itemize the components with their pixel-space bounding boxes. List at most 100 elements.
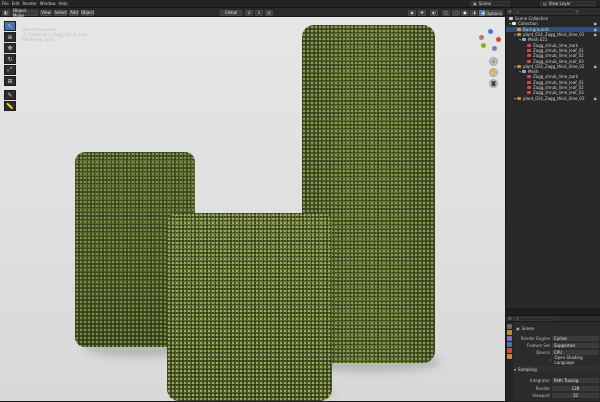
search-icon: ⌕ <box>516 9 519 14</box>
transform-tool[interactable]: ⊞ <box>4 76 16 86</box>
outliner-row-label: plant_014_Zagg_thick_lime_03 <box>523 95 585 101</box>
3d-viewport[interactable]: User Perspective (1) Collection | Zagg_s… <box>0 17 505 401</box>
view-layer-field[interactable]: ▤ View Layer <box>540 1 596 6</box>
visibility-eye-icon[interactable]: ◉ <box>594 96 598 101</box>
viewport-header: ◧ Object Mode View Select Add Object Glo… <box>0 8 505 18</box>
view-layer-icon: ▤ <box>543 1 547 6</box>
plant-icon <box>517 96 521 100</box>
orientation-dropdown[interactable]: Global <box>220 9 242 16</box>
cursor-tool[interactable]: ⊕ <box>4 32 16 42</box>
snap-button[interactable]: ∩ <box>255 9 263 16</box>
move-tool[interactable]: ✥ <box>4 43 16 53</box>
xray-toggle[interactable]: ▢ <box>442 9 450 16</box>
scene-context-icon: ▣ <box>516 326 520 331</box>
material-icon <box>527 86 531 89</box>
hedge-front <box>167 213 332 401</box>
menu-edit[interactable]: Edit <box>12 1 20 6</box>
object-icon <box>517 27 521 31</box>
proportional-icon: ◎ <box>267 10 271 15</box>
axis-neg-x-icon[interactable] <box>479 35 484 40</box>
menu-help[interactable]: Help <box>58 1 67 6</box>
axis-x-icon[interactable] <box>496 37 501 42</box>
viewport-info-line3: Rendering Done <box>22 37 55 42</box>
outliner-row[interactable]: ▾ plant_014_Zagg_thick_lime_03 ◉ <box>506 95 600 101</box>
render-engine-dropdown[interactable]: Cycles <box>552 336 599 341</box>
wireframe-icon: ◌ <box>454 10 458 15</box>
view-menu[interactable]: View <box>40 9 52 16</box>
navigation-gizmo[interactable] <box>479 29 501 51</box>
axis-neg-z-icon[interactable] <box>492 46 497 51</box>
menu-render[interactable]: Render <box>22 1 36 6</box>
menu-file[interactable]: File <box>2 1 9 6</box>
overlay-toggle[interactable]: ◐ <box>430 9 438 16</box>
tool-shelf: ↖ ⊕ ✥ ↻ ⤢ ⊞ ✎ 📏 <box>4 21 16 111</box>
properties-search[interactable]: ⌕ <box>513 316 554 321</box>
ruler-icon: 📏 <box>6 102 14 110</box>
cursor-icon: ↖ <box>7 22 13 30</box>
view-layer-label: View Layer <box>548 1 571 6</box>
sampling-panel-header[interactable]: ▾ Sampling <box>514 366 599 372</box>
osl-row: Open Shading Language <box>516 355 599 365</box>
scene-field[interactable]: ▣ Scene <box>470 1 510 6</box>
properties-tabs <box>506 322 513 402</box>
magnet-icon: ∩ <box>257 10 261 15</box>
visibility-button[interactable]: ◉ <box>408 9 416 16</box>
material-icon <box>527 59 531 63</box>
add-menu[interactable]: Add <box>69 9 79 16</box>
chevron-down-icon: ▾ <box>514 366 517 372</box>
pencil-icon: ✎ <box>7 91 13 99</box>
filter-icon[interactable]: ▽ <box>576 9 579 14</box>
proportional-edit-button[interactable]: ◎ <box>265 9 273 16</box>
scale-tool[interactable]: ⤢ <box>4 65 16 75</box>
plant-icon <box>517 33 521 37</box>
integrator-row: Integrator Path Tracing <box>516 378 599 383</box>
gizmo-toggle[interactable]: ✥ <box>418 9 426 16</box>
shading-material[interactable]: ◑ <box>470 9 478 16</box>
select-tool[interactable]: ↖ <box>4 21 16 31</box>
shading-wireframe[interactable]: ◌ <box>452 9 460 16</box>
select-menu[interactable]: Select <box>54 9 67 16</box>
zoom-icon[interactable]: ⌕ <box>489 57 498 66</box>
outliner-search[interactable]: ⌕ <box>513 9 574 14</box>
feature-set-row: Feature Set Supported <box>516 343 599 348</box>
measure-tool[interactable]: 📏 <box>4 101 16 111</box>
osl-checkbox[interactable] <box>548 357 553 362</box>
pivot-icon: ⊙ <box>247 10 251 15</box>
object-menu[interactable]: Object <box>81 9 94 16</box>
viewport-info: User Perspective (1) Collection | Zagg_s… <box>22 27 87 42</box>
render-samples-row: Render 128 <box>516 386 599 391</box>
top-bar: File Edit Render Window Help ▣ Scene ▤ V… <box>0 0 600 8</box>
options-dropdown[interactable]: Options <box>485 10 503 16</box>
axis-y-icon[interactable] <box>481 43 486 48</box>
3d-cursor-icon: ⊕ <box>7 33 13 41</box>
cube-icon: ◧ <box>4 10 8 15</box>
tool-tab-icon[interactable] <box>507 324 512 329</box>
world-tab-icon[interactable] <box>507 348 512 353</box>
material-icon <box>527 75 531 79</box>
scene-selector: ▣ Scene <box>470 1 510 6</box>
menu-window[interactable]: Window <box>40 1 56 6</box>
pivot-button[interactable]: ⊙ <box>245 9 253 16</box>
render-tab-icon[interactable] <box>507 330 512 335</box>
mode-dropdown[interactable]: Object Mode <box>12 8 38 18</box>
properties-panel: ☷ ⌕ ▣ Scene Render Engine Cycles Feature… <box>505 315 600 402</box>
viewport-samples-field[interactable]: 32 <box>552 393 599 398</box>
rotate-tool[interactable]: ↻ <box>4 54 16 64</box>
scene-collection-icon <box>509 17 513 21</box>
integrator-dropdown[interactable]: Path Tracing <box>552 378 599 383</box>
scene-tab-icon[interactable] <box>507 342 512 347</box>
output-tab-icon[interactable] <box>507 336 512 341</box>
annotate-tool[interactable]: ✎ <box>4 90 16 100</box>
scene-label: Scene <box>478 1 491 6</box>
render-samples-field[interactable]: 128 <box>552 386 599 391</box>
axis-z-icon[interactable] <box>488 29 493 34</box>
mesh-icon <box>522 70 526 74</box>
editor-type-button[interactable]: ◧ <box>2 9 10 16</box>
shading-solid[interactable]: ● <box>461 9 469 16</box>
collection-icon <box>512 22 516 26</box>
object-tab-icon[interactable] <box>507 354 512 359</box>
properties-editor-icon: ☷ <box>508 316 512 321</box>
pan-hand-icon[interactable]: ✋ <box>489 68 498 77</box>
feature-set-dropdown[interactable]: Supported <box>552 343 599 348</box>
camera-icon[interactable]: ◙ <box>489 79 498 88</box>
